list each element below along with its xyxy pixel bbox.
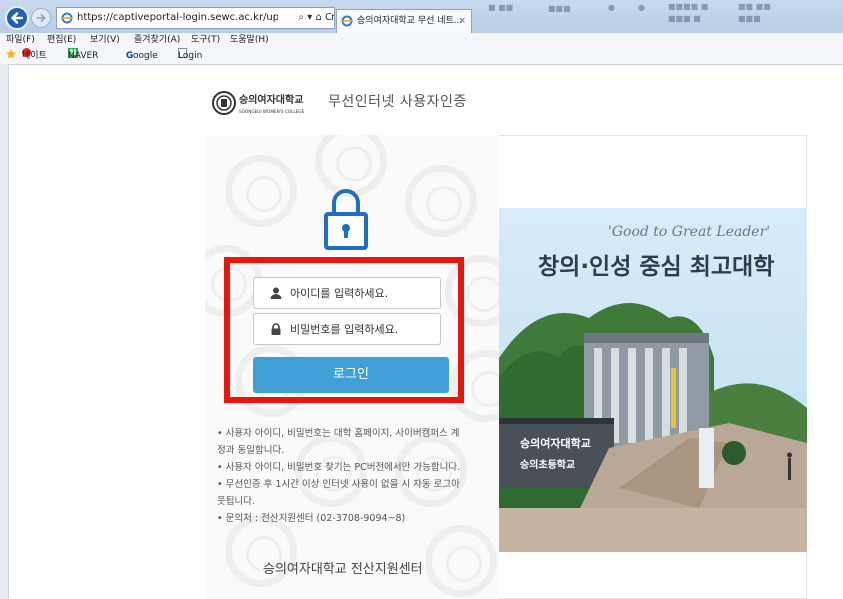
college-logo: 승의여자대학교 SOONGEUI WOMEN'S COLLEGE <box>211 90 321 124</box>
logo-name: 승의여자대학교 <box>239 93 303 106</box>
notice-line: • 문의처 : 전산지원센터 (02-3708-9094~8) <box>217 513 406 524</box>
slogan-korean: 창의·인성 중심 최고대학 <box>538 254 775 280</box>
footer-text: 승의여자대학교 전산지원센터 <box>263 562 423 577</box>
notice-line: 정과 동일합니다. <box>217 445 285 456</box>
menu-tools[interactable]: 도구(T) <box>191 33 220 48</box>
notice-list: • 사용자 아이디, 비밀번호는 대학 홈페이지, 사이버캠퍼스 계 정과 동일… <box>217 425 497 527</box>
notice-line: • 사용자 아이디, 비밀번호는 대학 홈페이지, 사이버캠퍼스 계 <box>217 428 460 439</box>
ie-page-icon <box>61 12 73 24</box>
username-field[interactable] <box>253 277 441 309</box>
forward-button[interactable] <box>31 8 51 28</box>
password-field[interactable] <box>253 313 441 345</box>
watermark-seal <box>225 155 297 227</box>
browser-tab[interactable]: 승의여자대학교 무선 네트... × <box>336 9 472 33</box>
window-left-edge <box>0 64 9 599</box>
menu-file[interactable]: 파일(F) <box>6 33 35 48</box>
page-title: 무선인터넷 사용자인증 <box>328 94 467 110</box>
blurred-background-windows: ■ ■■ ■■■ ● ● ■■■■ ■ ■■ ■■ ■■■ ■ ■■■ <box>488 2 771 23</box>
tab-ie-icon <box>341 15 353 27</box>
menu-edit[interactable]: 편집(E) <box>47 33 76 48</box>
back-arrow-icon <box>11 12 24 24</box>
menu-view[interactable]: 보기(V) <box>90 33 120 48</box>
browser-chrome: ■ ■■ ■■■ ● ● ■■■■ ■ ■■ ■■ ■■■ ■ ■■■ http… <box>0 0 843 65</box>
menu-help[interactable]: 도움말(H) <box>230 33 269 48</box>
notice-line: • 무선인증 후 1시간 이상 인터넷 사용이 없을 시 자동 로그아 <box>217 479 460 490</box>
menu-favorites[interactable]: 즐겨찾기(A) <box>134 33 180 48</box>
address-bar[interactable]: https://captiveportal-login.sewc.ac.kr/u… <box>56 7 335 29</box>
tab-title: 승의여자대학교 무선 네트... <box>357 16 463 26</box>
favorites-bar: 네이트 N NAVER G Google Login <box>0 48 843 65</box>
watermark-seal <box>405 165 477 237</box>
notice-line: 웃됩니다. <box>217 496 255 507</box>
user-icon <box>270 287 282 299</box>
lock-icon <box>323 185 369 255</box>
lock-small-icon <box>271 323 281 335</box>
notice-line: • 사용자 아이디, 비밀번호 찾기는 PC버전에서만 가능합니다. <box>217 462 461 473</box>
campus-sign-elementary: 승의초등학교 <box>520 460 576 471</box>
watermark-seal <box>425 525 497 597</box>
username-input[interactable] <box>290 278 435 308</box>
back-button[interactable] <box>5 6 29 30</box>
logo-sub: SOONGEUI WOMEN'S COLLEGE <box>239 109 305 114</box>
forward-arrow-icon <box>36 14 46 22</box>
slogan-english: 'Good to Great Leader' <box>608 224 771 240</box>
campus-sign-college: 승의여자대학교 <box>520 437 591 450</box>
address-tools[interactable]: ⌕ ▾ ⌂ C <box>278 8 332 28</box>
tab-close-icon[interactable]: × <box>458 10 466 32</box>
login-button[interactable]: 로그인 <box>253 357 449 393</box>
menu-bar: 파일(F) 편집(E) 보기(V) 즐겨찾기(A) 도구(T) 도움말(H) <box>0 33 843 48</box>
password-input[interactable] <box>290 314 435 344</box>
